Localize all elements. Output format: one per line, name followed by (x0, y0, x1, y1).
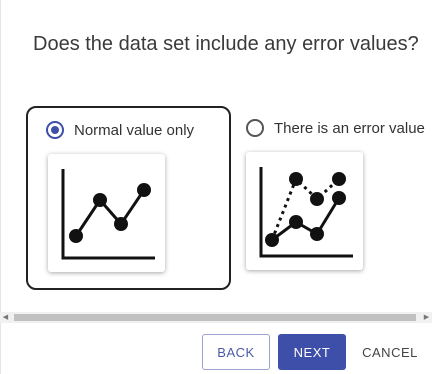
radio-row-error[interactable]: There is an error value (246, 119, 425, 137)
option-there-is-an-error-value[interactable]: There is an error value (232, 106, 432, 290)
option-normal-value-only[interactable]: Normal value only (26, 106, 231, 290)
option-label-normal: Normal value only (74, 121, 195, 139)
radio-button-selected[interactable] (46, 121, 64, 139)
scroll-right-arrow-icon[interactable]: ▶ (421, 312, 432, 323)
option-label-error: There is an error value (274, 119, 425, 137)
scrollbar-thumb[interactable] (14, 314, 416, 321)
back-button[interactable]: BACK (202, 334, 270, 370)
radio-row-normal[interactable]: Normal value only (46, 121, 194, 139)
radio-button-unselected[interactable] (246, 119, 264, 137)
options-scroll-area: Normal value only There is an error valu… (8, 106, 432, 308)
horizontal-scrollbar[interactable]: ◀ ▶ (0, 312, 432, 323)
line-chart-icon[interactable] (48, 154, 165, 272)
dialog-footer: BACK NEXT CANCEL (0, 334, 432, 374)
next-button[interactable]: NEXT (278, 334, 346, 370)
question-text: Does the data set include any error valu… (33, 33, 419, 55)
dialog: Does the data set include any error valu… (0, 0, 432, 374)
cancel-button[interactable]: CANCEL (354, 334, 426, 370)
line-chart-error-icon[interactable] (246, 152, 363, 270)
scroll-left-arrow-icon[interactable]: ◀ (0, 312, 11, 323)
